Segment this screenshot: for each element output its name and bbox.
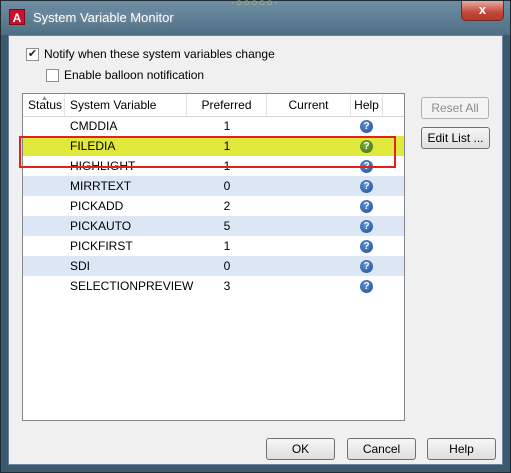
variable-name-cell: PICKADD [70,199,124,213]
preferred-value-cell: 0 [223,179,231,193]
preferred-value-cell: 3 [223,279,231,293]
help-question-icon[interactable]: ? [360,140,373,153]
preferred-value-cell: 1 [223,119,231,133]
preferred-value-cell: 1 [223,239,231,253]
table-row[interactable]: SDI 0? [23,256,404,276]
notify-label: Notify when these system variables chang… [44,47,275,61]
preferred-value-cell: 5 [223,219,231,233]
current-value-cell [267,216,351,236]
preferred-value-cell: 0 [223,259,231,273]
table-row[interactable]: SELECTIONPREVIEW 3? [23,276,404,296]
sort-indicator-icon: ▲ [41,95,48,102]
notify-option[interactable]: ✔ Notify when these system variables cha… [26,47,275,61]
current-value-cell [267,276,351,296]
current-value-cell [267,156,351,176]
help-question-icon[interactable]: ? [360,160,373,173]
current-value-cell [267,176,351,196]
cancel-button[interactable]: Cancel [347,438,416,460]
preferred-value-cell: 1 [223,139,231,153]
help-question-icon[interactable]: ? [360,200,373,213]
variable-name-cell: CMDDIA [70,119,118,133]
variable-name-cell: PICKAUTO [70,219,132,233]
table-row[interactable]: PICKAUTO 5? [23,216,404,236]
preferred-value-cell: 2 [223,199,231,213]
column-header-current[interactable]: Current [267,94,351,116]
help-question-icon[interactable]: ? [360,120,373,133]
window-title: System Variable Monitor [33,10,174,25]
title-bar[interactable]: A System Variable Monitor ·○○○○○· x [1,0,510,35]
variable-name-cell: SDI [70,259,91,273]
dialog-client-area: ✔ Notify when these system variables cha… [8,35,503,465]
edit-list-button[interactable]: Edit List ... [421,127,490,149]
ok-button[interactable]: OK [266,438,335,460]
help-button[interactable]: Help [427,438,496,460]
help-question-icon[interactable]: ? [360,240,373,253]
dialog-window: A System Variable Monitor ·○○○○○· x ✔ No… [0,0,511,473]
help-question-icon[interactable]: ? [360,280,373,293]
balloon-label: Enable balloon notification [64,68,205,82]
balloon-checkbox[interactable] [46,68,59,82]
table-row[interactable]: HIGHLIGHT 1? [23,156,404,176]
reset-all-button[interactable]: Reset All [421,97,489,119]
table-row[interactable]: CMDDIA 1? [23,116,404,136]
notify-checkbox[interactable]: ✔ [26,47,39,61]
autocad-app-icon: A [9,9,25,25]
help-question-icon[interactable]: ? [360,260,373,273]
background-glyphs: ·○○○○○· [231,0,279,9]
preferred-value-cell: 1 [223,159,231,173]
system-variable-list[interactable]: ▲ Status System Variable Preferred Curre… [22,93,405,421]
table-row[interactable]: PICKADD 2? [23,196,404,216]
close-button[interactable]: x [461,1,504,21]
current-value-cell [267,116,351,136]
table-row[interactable]: MIRRTEXT 0? [23,176,404,196]
balloon-option[interactable]: Enable balloon notification [46,68,204,82]
help-question-icon[interactable]: ? [360,180,373,193]
variable-name-cell: FILEDIA [70,139,116,153]
column-header-help[interactable]: Help [351,94,383,116]
current-value-cell [267,196,351,216]
help-question-icon[interactable]: ? [360,220,373,233]
column-header-preferred[interactable]: Preferred [187,94,267,116]
table-row[interactable]: PICKFIRST 1? [23,236,404,256]
variable-name-cell: MIRRTEXT [70,179,132,193]
current-value-cell [267,256,351,276]
current-value-cell [267,236,351,256]
table-row[interactable]: FILEDIA 1? [23,136,404,156]
variable-name-cell: PICKFIRST [70,239,133,253]
current-value-cell [267,136,351,156]
list-header: ▲ Status System Variable Preferred Curre… [23,94,404,117]
column-header-status[interactable]: ▲ Status [23,94,65,116]
column-header-system-variable[interactable]: System Variable [65,94,187,116]
variable-name-cell: HIGHLIGHT [70,159,136,173]
variable-name-cell: SELECTIONPREVIEW [70,279,194,293]
